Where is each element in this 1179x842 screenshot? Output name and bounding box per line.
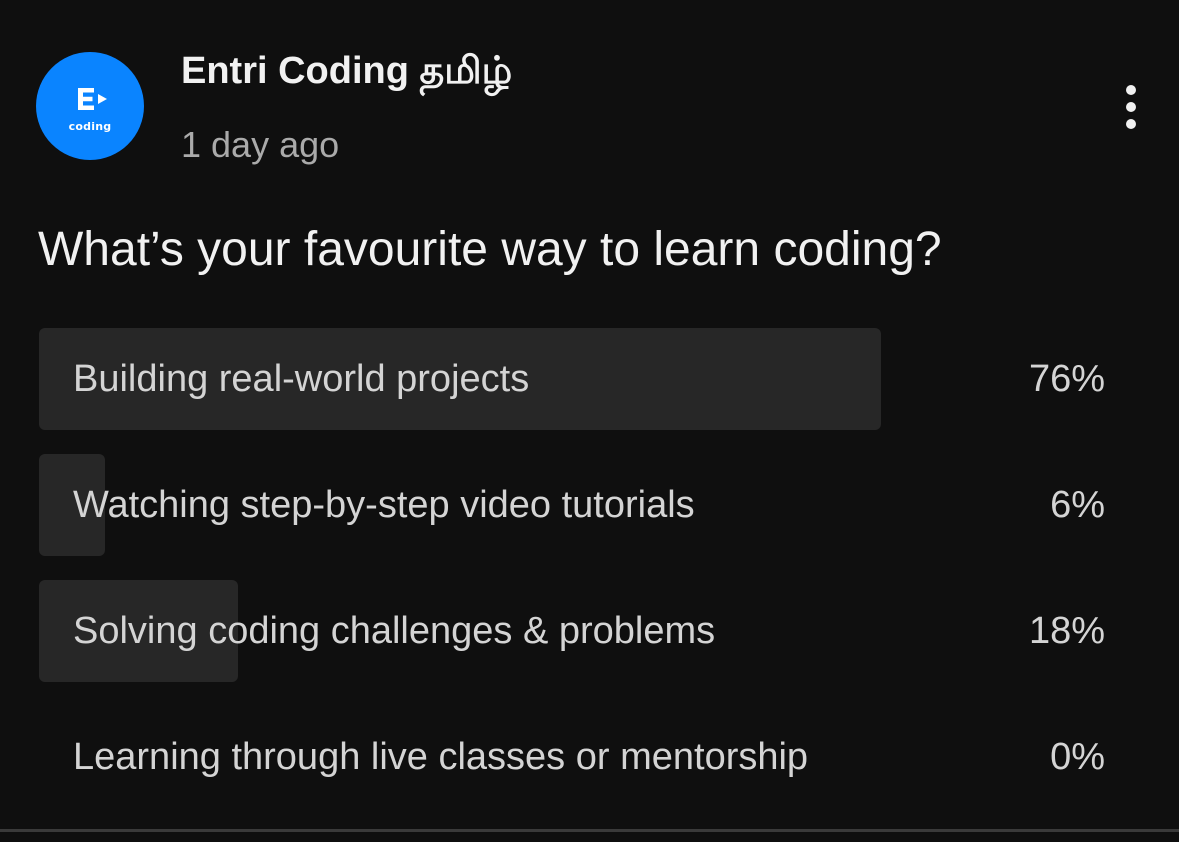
- poll-option-label: Solving coding challenges & problems: [73, 610, 716, 652]
- poll-option-label: Building real-world projects: [73, 358, 530, 400]
- poll-option-percent: 18%: [1028, 610, 1105, 652]
- post-timestamp: 1 day ago: [181, 124, 340, 165]
- section-divider: [0, 829, 1179, 832]
- avatar-caption: coding: [68, 120, 112, 133]
- channel-name[interactable]: Entri Coding தமிழ்: [181, 50, 512, 98]
- entri-logo-icon: [78, 88, 107, 110]
- poll-option-percent: 6%: [1050, 484, 1105, 526]
- poll-option[interactable]: Building real-world projects 76%: [39, 328, 1119, 430]
- channel-avatar[interactable]: coding: [36, 52, 144, 160]
- menu-dot: [1126, 119, 1136, 129]
- poll-option-label: Learning through live classes or mentors…: [73, 736, 809, 778]
- menu-dot: [1126, 85, 1136, 95]
- poll-option[interactable]: Solving coding challenges & problems 18%: [39, 580, 1119, 682]
- poll-option-label: Watching step-by-step video tutorials: [73, 484, 695, 526]
- poll-option[interactable]: Watching step-by-step video tutorials 6%: [39, 454, 1119, 556]
- poll-option[interactable]: Learning through live classes or mentors…: [39, 706, 1119, 808]
- poll-option-percent: 76%: [1028, 358, 1105, 400]
- more-options-button[interactable]: [1110, 80, 1152, 134]
- poll-question: What’s your favourite way to learn codin…: [38, 223, 942, 276]
- menu-dot: [1126, 102, 1136, 112]
- poll-option-percent: 0%: [1050, 736, 1105, 778]
